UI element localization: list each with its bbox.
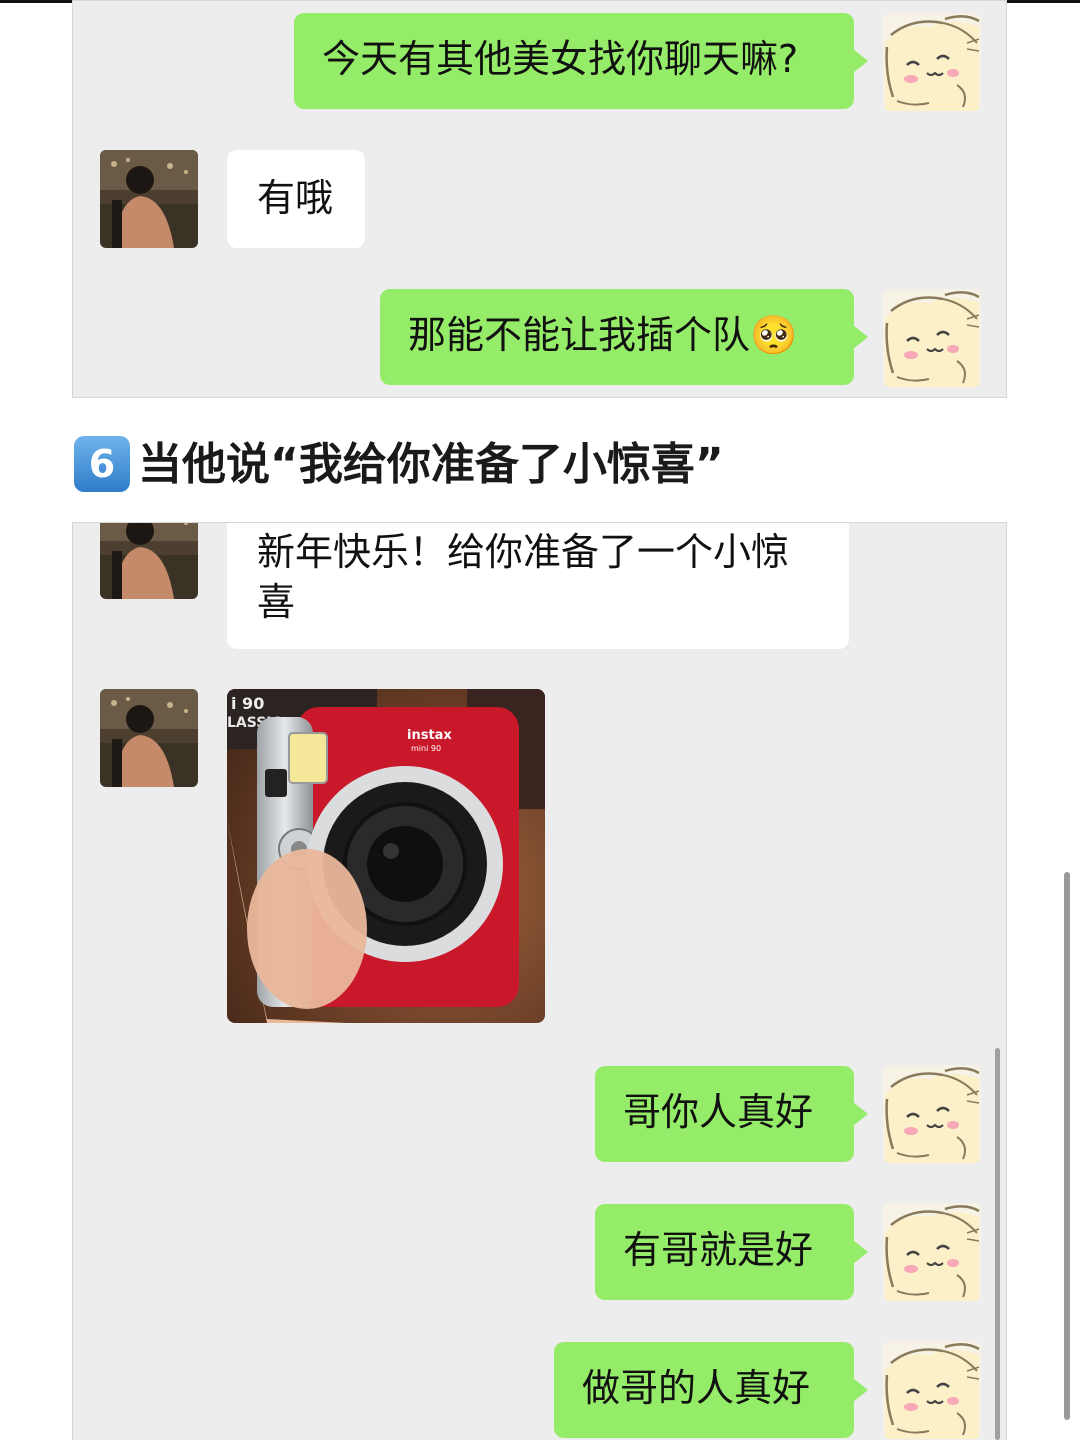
heading-text: 当他说“我给你准备了小惊喜” xyxy=(138,439,724,490)
camera-brand-text: instax xyxy=(407,728,452,743)
self-avatar[interactable] xyxy=(883,289,981,387)
message-bubble-sent[interactable]: 那能不能让我插个队🥺 xyxy=(380,289,868,385)
message-line: 喜 xyxy=(257,580,296,624)
page-scrollbar[interactable] xyxy=(1064,872,1070,1420)
contact-avatar[interactable] xyxy=(100,150,198,248)
box-text: i 90 xyxy=(231,694,264,713)
camera-model-text: mini 90 xyxy=(411,744,441,753)
self-avatar[interactable] xyxy=(883,1203,981,1301)
camera-photo[interactable]: i 90 LASSIC instax mini 90 xyxy=(227,689,545,1023)
chat-scrollbar[interactable] xyxy=(995,1048,1000,1440)
message-bubble-sent[interactable]: 今天有其他美女找你聊天嘛? xyxy=(294,13,868,109)
self-avatar[interactable] xyxy=(883,1341,981,1439)
contact-avatar[interactable] xyxy=(100,689,198,787)
message-bubble-received[interactable]: 有哦 xyxy=(227,150,365,248)
instax-camera-image: i 90 LASSIC instax mini 90 xyxy=(227,689,545,1023)
section-heading: 6 当他说“我给你准备了小惊喜” xyxy=(74,436,724,494)
message-line: 新年快乐！给你准备了一个小惊 xyxy=(257,530,790,574)
number-badge: 6 xyxy=(74,436,130,492)
message-bubble-sent[interactable]: 做哥的人真好 xyxy=(554,1342,868,1438)
self-avatar[interactable] xyxy=(883,1065,981,1163)
self-avatar[interactable] xyxy=(883,13,981,111)
message-bubble-sent[interactable]: 哥你人真好 xyxy=(595,1066,868,1162)
chat-screenshot-2: 新年快乐！给你准备了一个小惊 喜 i 90 LASSIC instax mini… xyxy=(72,522,1007,1440)
chat-screenshot-1: 今天有其他美女找你聊天嘛? 有哦 那能不能让我插个队🥺 xyxy=(72,0,1007,398)
message-bubble-received[interactable]: 新年快乐！给你准备了一个小惊 喜 xyxy=(227,523,849,649)
contact-avatar[interactable] xyxy=(100,522,198,599)
message-bubble-sent[interactable]: 有哥就是好 xyxy=(595,1204,868,1300)
